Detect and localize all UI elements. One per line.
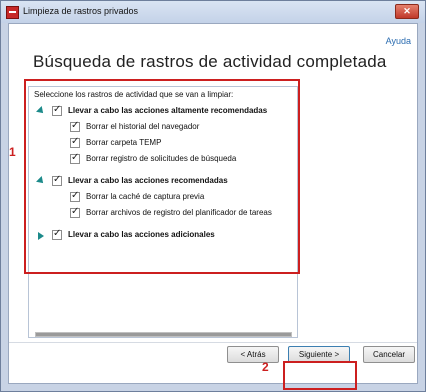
annotation-marker-2: 2 bbox=[262, 360, 269, 374]
footer-divider bbox=[9, 342, 417, 343]
horizontal-scrollbar[interactable] bbox=[35, 332, 292, 337]
help-link[interactable]: Ayuda bbox=[386, 36, 411, 46]
cancel-button[interactable]: Cancelar bbox=[363, 346, 415, 363]
app-icon bbox=[6, 6, 19, 19]
annotation-box-list bbox=[24, 79, 300, 274]
title-bar: Limpieza de rastros privados ✕ bbox=[1, 1, 425, 23]
scrollbar-thumb[interactable] bbox=[36, 333, 291, 336]
window-title: Limpieza de rastros privados bbox=[23, 6, 139, 16]
annotation-box-next bbox=[283, 361, 357, 390]
back-button[interactable]: < Atrás bbox=[227, 346, 279, 363]
page-title: Búsqueda de rastros de actividad complet… bbox=[33, 52, 387, 71]
annotation-marker-1: 1 bbox=[9, 145, 16, 159]
close-button[interactable]: ✕ bbox=[395, 4, 419, 19]
